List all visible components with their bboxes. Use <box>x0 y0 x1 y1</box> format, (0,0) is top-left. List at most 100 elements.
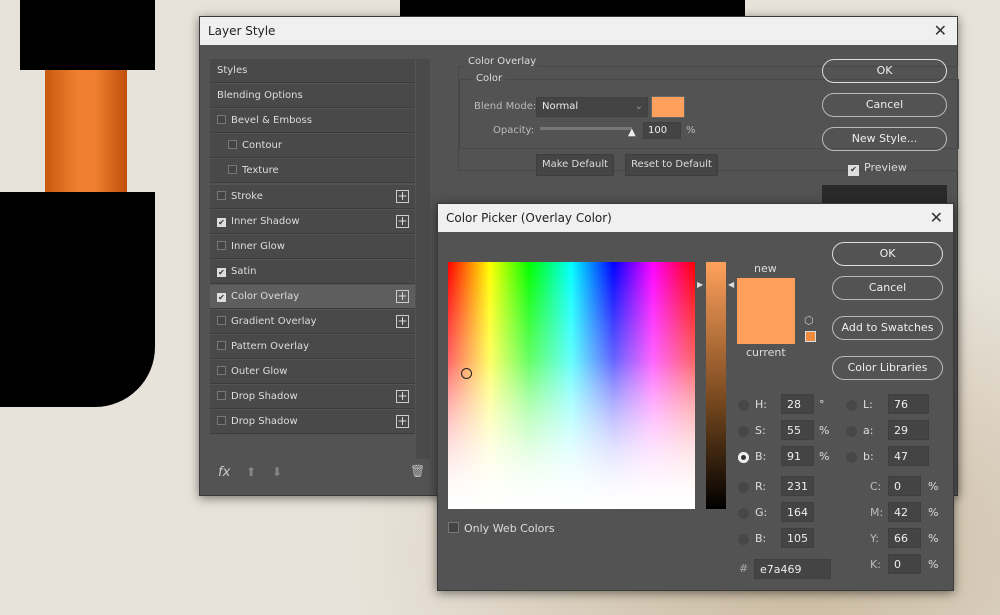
style-item[interactable]: ✔ Color Overlay + <box>210 284 415 309</box>
close-icon[interactable]: ✕ <box>934 21 947 40</box>
style-item[interactable]: Texture <box>210 159 415 184</box>
mode-radio-S[interactable] <box>738 426 749 437</box>
cancel-button[interactable]: Cancel <box>832 276 943 300</box>
move-up-icon[interactable]: ⬆ <box>246 465 256 479</box>
field-G[interactable]: 164 <box>781 502 814 522</box>
style-item[interactable]: Inner Glow <box>210 234 415 259</box>
mode-radio-B[interactable] <box>738 452 749 463</box>
field-a[interactable]: 29 <box>888 420 929 440</box>
style-item-label: Satin <box>231 265 257 277</box>
hex-field[interactable]: e7a469 <box>754 559 831 579</box>
mode-radio-R[interactable] <box>738 482 749 493</box>
add-icon[interactable]: + <box>396 390 409 404</box>
style-item[interactable]: Drop Shadow + <box>210 410 415 435</box>
checkbox[interactable] <box>217 316 226 325</box>
checkbox[interactable]: ✔ <box>217 292 226 302</box>
checkbox[interactable] <box>228 165 237 175</box>
list-scrollbar[interactable] <box>416 59 430 459</box>
style-item[interactable]: Bevel & Emboss <box>210 109 415 134</box>
add-icon[interactable]: + <box>396 289 409 303</box>
reset-default-button[interactable]: Reset to Default <box>625 154 718 176</box>
checkbox[interactable] <box>228 140 237 150</box>
hash-label: # <box>739 562 749 575</box>
slider-right-arrow[interactable]: ◀ <box>728 280 734 289</box>
slider-thumb[interactable]: ▲ <box>628 127 636 138</box>
add-icon[interactable]: + <box>396 415 409 429</box>
field-R[interactable]: 231 <box>781 476 814 496</box>
new-style-button[interactable]: New Style... <box>822 127 947 151</box>
add-icon[interactable]: + <box>396 189 409 203</box>
color-field-cursor[interactable] <box>461 368 472 379</box>
checkbox[interactable] <box>217 366 226 376</box>
label-M: M: <box>870 506 884 519</box>
blend-mode-select[interactable]: Normal ⌄ <box>536 97 648 117</box>
checkbox[interactable] <box>217 115 226 125</box>
style-item[interactable]: Drop Shadow + <box>210 385 415 410</box>
cube-icon[interactable]: ⬡ <box>804 314 814 327</box>
mode-radio-G[interactable] <box>738 508 749 519</box>
checkbox[interactable] <box>217 341 226 351</box>
field-Y[interactable]: 66 <box>888 528 921 548</box>
mode-radio-b[interactable] <box>846 452 857 463</box>
new-color-swatch <box>737 278 795 311</box>
checkbox[interactable]: ✔ <box>217 267 226 277</box>
field-K[interactable]: 0 <box>888 554 921 574</box>
ok-button[interactable]: OK <box>832 242 943 266</box>
color-libraries-button[interactable]: Color Libraries <box>832 356 943 380</box>
checkbox[interactable] <box>217 190 226 200</box>
preview-checkbox[interactable]: ✔ Preview <box>848 161 907 176</box>
brightness-slider[interactable] <box>706 262 726 509</box>
mode-radio-a[interactable] <box>846 426 857 437</box>
trash-icon[interactable]: 🗑 <box>410 464 425 478</box>
mode-radio-L[interactable] <box>846 400 857 411</box>
current-color-swatch[interactable] <box>737 311 795 344</box>
checkbox[interactable] <box>217 240 226 250</box>
artwork-orange-bar <box>45 70 127 192</box>
style-item[interactable]: ✔ Inner Shadow + <box>210 209 415 234</box>
checkbox[interactable]: ✔ <box>848 165 859 176</box>
style-item-label: Pattern Overlay <box>231 341 310 353</box>
style-item-label: Outer Glow <box>231 366 288 378</box>
add-icon[interactable]: + <box>396 315 409 328</box>
cancel-button[interactable]: Cancel <box>822 93 947 117</box>
artwork-letter <box>20 0 155 70</box>
checkbox[interactable]: ✔ <box>217 217 226 227</box>
style-item[interactable]: Outer Glow <box>210 360 415 385</box>
close-icon[interactable]: ✕ <box>930 208 943 227</box>
mode-radio-Bv[interactable] <box>738 534 749 545</box>
blend-mode-label: Blend Mode: <box>474 101 537 112</box>
field-H[interactable]: 28 <box>781 394 814 414</box>
overlay-color-swatch[interactable] <box>651 96 685 118</box>
style-item[interactable]: Pattern Overlay <box>210 335 415 360</box>
field-b[interactable]: 47 <box>888 446 929 466</box>
field-S[interactable]: 55 <box>781 420 814 440</box>
checkbox[interactable] <box>217 391 226 401</box>
field-Bv[interactable]: 105 <box>781 528 814 548</box>
only-web-colors-checkbox[interactable]: Only Web Colors <box>448 522 555 535</box>
opacity-slider[interactable] <box>540 127 632 130</box>
web-safe-color-icon[interactable] <box>805 331 816 342</box>
field-M[interactable]: 42 <box>888 502 921 522</box>
field-C[interactable]: 0 <box>888 476 921 496</box>
field-B[interactable]: 91 <box>781 446 814 466</box>
style-item[interactable]: ✔ Satin <box>210 259 415 284</box>
add-icon[interactable]: + <box>396 214 409 228</box>
label-Y: Y: <box>870 532 879 545</box>
field-L[interactable]: 76 <box>888 394 929 414</box>
style-item[interactable]: Stroke + <box>210 184 415 209</box>
checkbox[interactable] <box>217 416 226 426</box>
style-item[interactable]: Blending Options <box>210 84 415 109</box>
opacity-input[interactable]: 100 <box>643 122 681 139</box>
style-item[interactable]: Gradient Overlay + <box>210 310 415 334</box>
artwork-letter <box>400 0 745 16</box>
slider-left-arrow[interactable]: ▶ <box>697 280 703 289</box>
fx-button[interactable]: fx <box>218 465 230 480</box>
label-H: H: <box>755 398 767 411</box>
make-default-button[interactable]: Make Default <box>536 154 614 176</box>
move-down-icon[interactable]: ⬇ <box>272 465 282 479</box>
add-to-swatches-button[interactable]: Add to Swatches <box>832 316 943 340</box>
ok-button[interactable]: OK <box>822 59 947 83</box>
style-item[interactable]: Styles <box>210 59 415 83</box>
style-item[interactable]: Contour <box>210 134 415 159</box>
mode-radio-H[interactable] <box>738 400 749 411</box>
